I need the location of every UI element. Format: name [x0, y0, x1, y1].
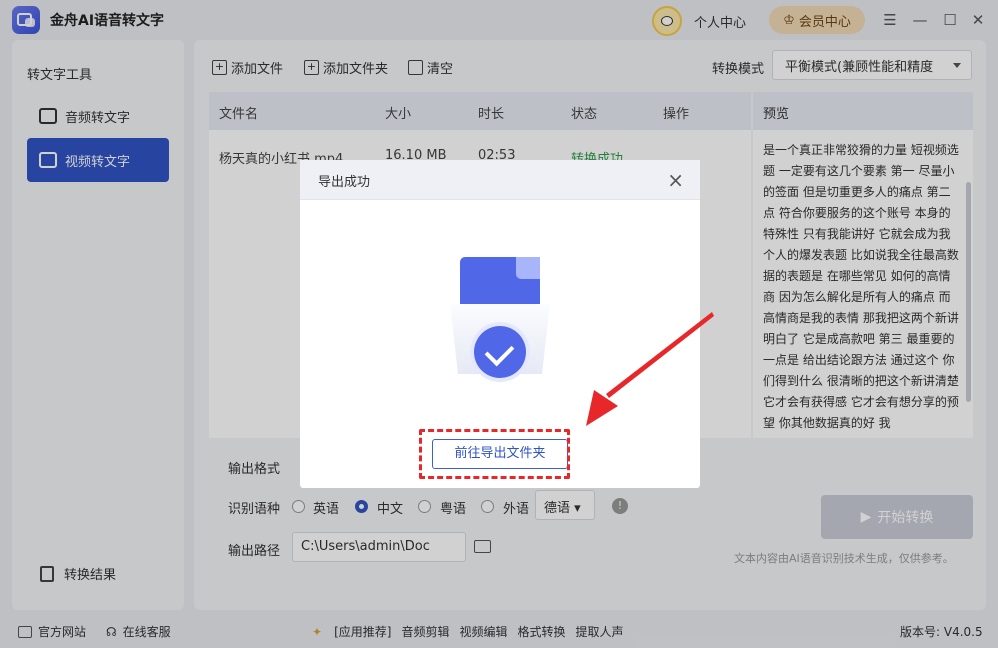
- annotation-arrow: [586, 312, 714, 426]
